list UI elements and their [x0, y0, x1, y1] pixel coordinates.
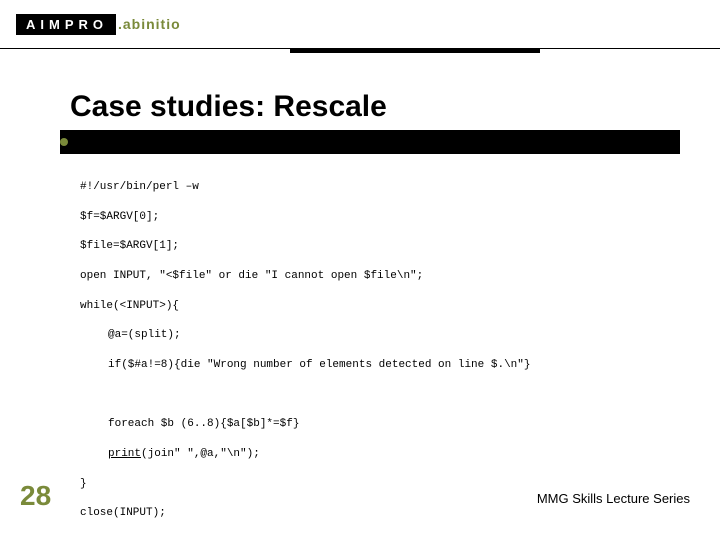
page-number: 28	[20, 480, 51, 512]
logo: AIMPRO .abinitio	[16, 14, 181, 35]
code-line: foreach $b (6..8){$a[$b]*=$f}	[80, 417, 680, 432]
code-print-keyword: print	[108, 448, 141, 460]
code-blank	[80, 388, 680, 403]
code-block: #!/usr/bin/perl –w $f=$ARGV[0]; $file=$A…	[80, 165, 680, 540]
logo-brand: AIMPRO	[16, 14, 116, 35]
code-line: while(<INPUT>){	[80, 299, 680, 314]
code-line: $file=$ARGV[1];	[80, 239, 680, 254]
slide: AIMPRO .abinitio Case studies: Rescale #…	[0, 0, 720, 540]
code-line: }	[80, 477, 680, 492]
code-line: open INPUT, "<$file" or die "I cannot op…	[80, 269, 680, 284]
code-line: $f=$ARGV[0];	[80, 210, 680, 225]
code-line: print(join" ",@a,"\n");	[80, 447, 680, 462]
code-line: @a=(split);	[80, 328, 680, 343]
bullet-icon	[60, 138, 68, 146]
code-line: close(INPUT);	[80, 506, 680, 521]
title-underline-bar	[60, 130, 680, 154]
slide-title: Case studies: Rescale	[70, 90, 387, 124]
title-accent-bar	[290, 48, 540, 53]
code-print-rest: (join" ",@a,"\n");	[141, 448, 260, 460]
code-line: #!/usr/bin/perl –w	[80, 180, 680, 195]
code-line: if($#a!=8){die "Wrong number of elements…	[80, 358, 680, 373]
logo-sub: .abinitio	[118, 16, 181, 32]
footer-text: MMG Skills Lecture Series	[537, 491, 690, 506]
